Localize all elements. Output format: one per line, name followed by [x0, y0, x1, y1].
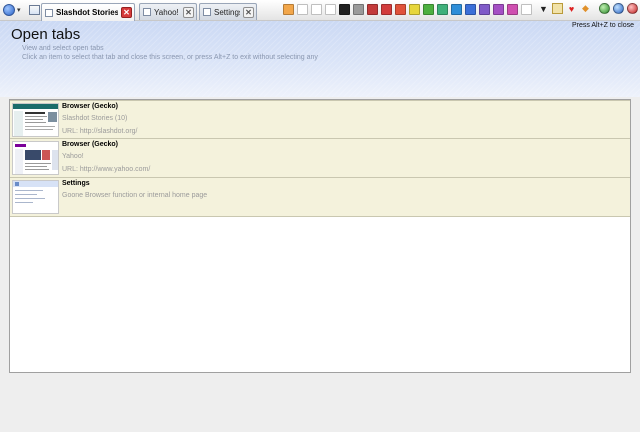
list-item[interactable]: Settings Goone Browser function or inter… — [10, 178, 630, 217]
color-swatch-13[interactable] — [451, 4, 462, 15]
settings-thumbnail — [12, 180, 59, 214]
item-title: Settings — [62, 180, 90, 187]
color-swatch-6[interactable] — [353, 4, 364, 15]
tab-settings[interactable]: Settings ✕ — [199, 3, 257, 20]
color-swatch-9[interactable] — [395, 4, 406, 15]
toolbar-left-controls: ▾ — [3, 3, 40, 17]
red-orb-icon[interactable] — [627, 3, 638, 14]
color-swatch-3[interactable] — [311, 4, 322, 15]
item-title: Browser (Gecko) — [62, 141, 119, 148]
color-swatch-2[interactable] — [297, 4, 308, 15]
open-tabs-list: Browser (Gecko) Slashdot Stories (10) UR… — [9, 99, 631, 373]
color-swatch-7[interactable] — [367, 4, 378, 15]
color-swatch-16[interactable] — [493, 4, 504, 15]
list-item[interactable]: Browser (Gecko) Slashdot Stories (10) UR… — [10, 100, 630, 139]
color-swatch-11[interactable] — [423, 4, 434, 15]
menu-globe-icon[interactable] — [3, 4, 15, 16]
dropdown-arrow-icon[interactable]: ▼ — [538, 3, 549, 14]
color-swatch-17[interactable] — [507, 4, 518, 15]
tab-label: Yahoo! — [154, 7, 179, 17]
color-swatch-18[interactable] — [521, 4, 532, 15]
color-swatch-15[interactable] — [479, 4, 490, 15]
item-description: Slashdot Stories (10) — [62, 115, 128, 122]
item-title: Browser (Gecko) — [62, 103, 119, 110]
open-tabs-header: Press Alt+Z to close Open tabs View and … — [0, 21, 640, 97]
settings-favicon-icon — [203, 8, 211, 16]
color-swatch-10[interactable] — [409, 4, 420, 15]
page-title: Open tabs — [11, 26, 81, 43]
color-swatch-5[interactable] — [339, 4, 350, 15]
folder-icon[interactable] — [552, 3, 563, 14]
tab-label: Settings — [214, 7, 240, 17]
color-swatch-strip — [283, 4, 532, 15]
color-swatch-8[interactable] — [381, 4, 392, 15]
bookmark-icon[interactable]: ◆ — [580, 3, 591, 14]
page-subtitle: View and select open tabs — [22, 45, 104, 52]
page-favicon-icon — [143, 8, 151, 16]
tab-close-icon[interactable]: ✕ — [183, 6, 194, 18]
item-url: URL: http://www.yahoo.com/ — [62, 166, 151, 173]
color-swatch-14[interactable] — [465, 4, 476, 15]
tab-close-icon[interactable]: ✕ — [243, 6, 254, 18]
item-description: Yahoo! — [62, 153, 84, 160]
page-favicon-icon — [45, 8, 53, 17]
heart-icon[interactable]: ♥ — [566, 3, 577, 14]
item-url: URL: http://slashdot.org/ — [62, 128, 138, 135]
top-toolbar: ▾ Slashdot Stories (10) ✕ Yahoo! ✕ Setti… — [0, 0, 640, 21]
blue-orb-icon[interactable] — [613, 3, 624, 14]
tab-close-icon[interactable]: ✕ — [121, 7, 132, 18]
tab-slashdot[interactable]: Slashdot Stories (10) ✕ — [41, 3, 135, 21]
yahoo-thumbnail — [12, 141, 59, 175]
color-swatch-12[interactable] — [437, 4, 448, 15]
color-swatch-1[interactable] — [283, 4, 294, 15]
color-swatch-4[interactable] — [325, 4, 336, 15]
page-instructions: Click an item to select that tab and clo… — [22, 54, 318, 61]
tab-overview-icon[interactable] — [28, 5, 40, 15]
list-item[interactable]: Browser (Gecko) Yahoo! URL: http://www.y… — [10, 139, 630, 178]
slashdot-thumbnail — [12, 103, 59, 137]
green-orb-icon[interactable] — [599, 3, 610, 14]
menu-dropdown-icon[interactable]: ▾ — [17, 6, 21, 14]
item-description: Goone Browser function or internal home … — [62, 192, 208, 199]
tab-yahoo[interactable]: Yahoo! ✕ — [139, 3, 197, 20]
close-hint: Press Alt+Z to close — [571, 22, 634, 29]
tab-label: Slashdot Stories (10) — [56, 8, 118, 17]
toolbar-right-icons: ▼ ♥ ◆ — [538, 3, 638, 14]
